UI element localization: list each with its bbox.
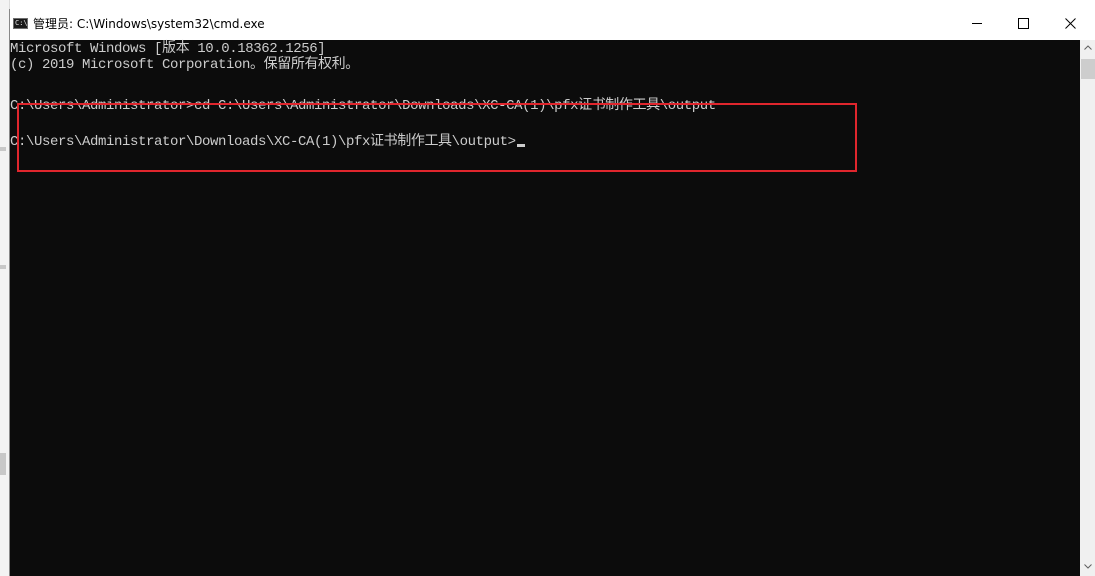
cmd-icon[interactable]: C:\ [13,18,28,29]
vertical-scrollbar[interactable] [1080,40,1095,576]
highlight-annotation-box [17,103,857,172]
window-title: 管理员: C:\Windows\system32\cmd.exe [33,17,265,31]
close-icon [1065,18,1076,29]
console-line: (c) 2019 Microsoft Corporation。保留所有权利。 [10,57,359,73]
background-mark [0,453,6,475]
close-button[interactable] [1046,9,1095,40]
console-line: Microsoft Windows [版本 10.0.18362.1256] [10,41,326,57]
cmd-window[interactable]: C:\ 管理员: C:\Windows\system32\cmd.exe Mic… [9,9,1095,576]
minimize-icon [972,23,982,24]
cmd-icon-glyph: C:\ [15,19,28,27]
background-mark [0,147,6,151]
scroll-up-button[interactable] [1080,40,1095,57]
minimize-button[interactable] [954,9,1000,40]
maximize-icon [1018,18,1029,29]
background-mark [0,265,6,269]
title-bar[interactable]: C:\ 管理员: C:\Windows\system32\cmd.exe [10,9,1095,40]
maximize-button[interactable] [1000,9,1046,40]
chevron-up-icon [1084,45,1092,50]
scroll-down-button[interactable] [1080,559,1095,576]
scroll-thumb[interactable] [1081,59,1095,79]
chevron-down-icon [1084,564,1092,569]
